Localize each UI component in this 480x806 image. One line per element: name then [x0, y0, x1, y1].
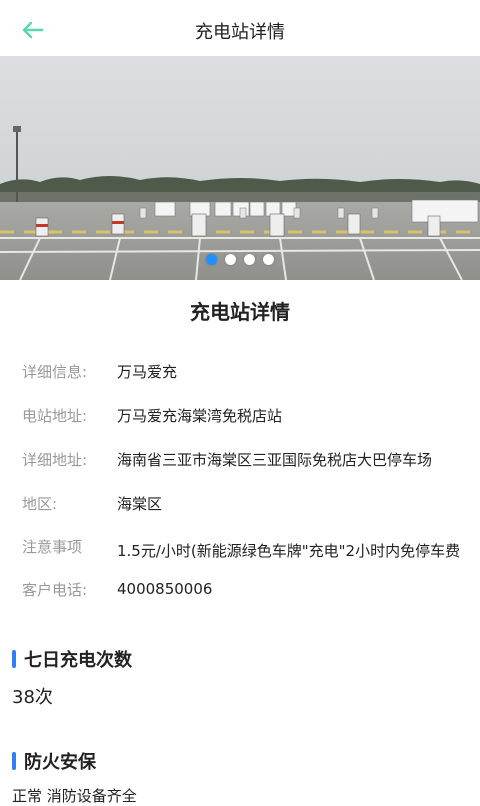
details-title: 充电站详情 [190, 300, 290, 324]
carousel-dot[interactable] [225, 254, 236, 265]
info-label: 电站地址: [22, 407, 88, 425]
fire-safety-value: 正常 消防设备齐全 [12, 787, 137, 805]
page-title: 充电站详情 [195, 22, 285, 43]
info-label: 详细信息: [22, 363, 88, 381]
station-photo [0, 56, 480, 280]
info-row-full-address: 详细地址: 海南省三亚市海棠区三亚国际免税店大巴停车场 [22, 449, 480, 473]
info-row-notes: 注意事项 1.5元/小时(新能源绿色车牌"充电"2小时内免停车费 [22, 536, 480, 560]
info-row-detail: 详细信息: 万马爱充 [22, 361, 480, 385]
info-row-station-address: 电站地址: 万马爱充海棠湾免税店站 [22, 405, 480, 429]
section-bar [12, 650, 16, 668]
weekly-charges-heading: 七日充电次数 [12, 646, 132, 672]
carousel-indicator [0, 254, 480, 265]
fire-safety-heading: 防火安保 [12, 748, 96, 774]
top-bar: 充电站详情 [0, 0, 480, 56]
info-row-phone[interactable]: 客户电话: 4000850006 [22, 579, 480, 603]
carousel-dot[interactable] [263, 254, 274, 265]
info-value: 万马爱充 [117, 363, 178, 381]
fire-safety-title: 防火安保 [24, 752, 96, 773]
info-row-region: 地区: 海棠区 [22, 493, 480, 517]
weekly-charges-title: 七日充电次数 [24, 650, 132, 671]
info-label: 客户电话: [22, 581, 88, 599]
info-label: 详细地址: [22, 451, 88, 469]
info-value: 海棠区 [117, 495, 163, 513]
station-photo-carousel[interactable] [0, 56, 480, 280]
carousel-dot[interactable] [244, 254, 255, 265]
carousel-dot[interactable] [206, 254, 217, 265]
info-label: 注意事项 [22, 538, 83, 556]
phone-number[interactable]: 4000850006 [117, 580, 477, 598]
info-value: 万马爱充海棠湾免税店站 [117, 407, 283, 425]
section-bar [12, 752, 16, 770]
info-value: 1.5元/小时(新能源绿色车牌"充电"2小时内免停车费 [117, 542, 461, 560]
info-label: 地区: [22, 495, 58, 513]
info-value: 海南省三亚市海棠区三亚国际免税店大巴停车场 [117, 451, 433, 469]
weekly-charges-value: 38次 [12, 687, 53, 708]
